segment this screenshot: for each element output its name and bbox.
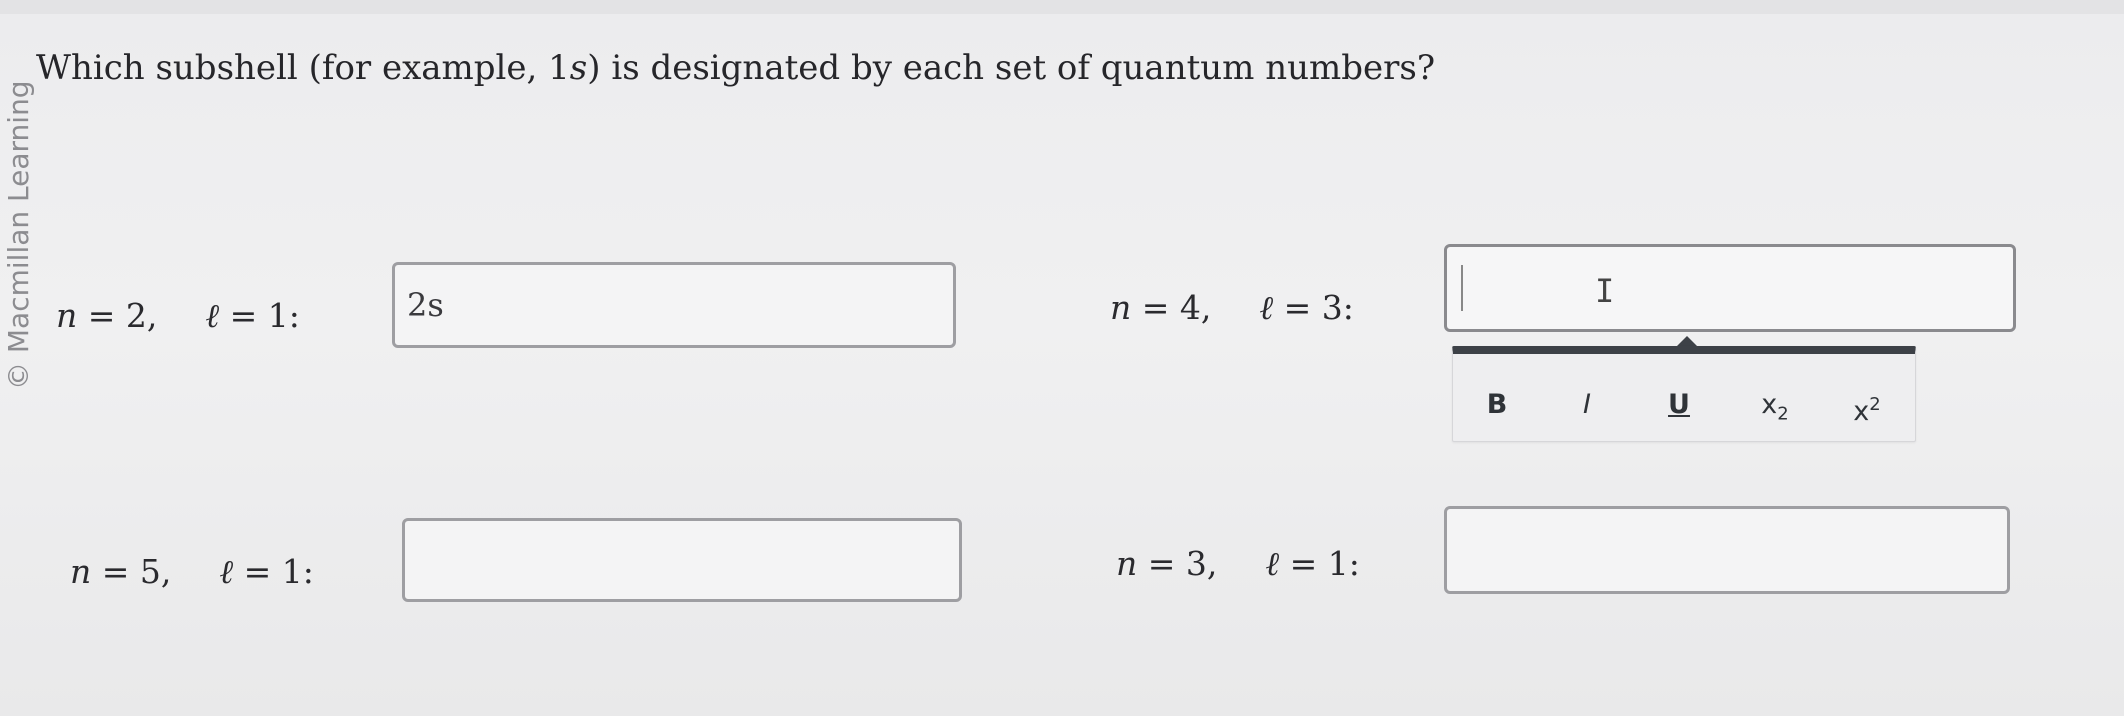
question-text: Which subshell (for example, 1s) is desi… bbox=[36, 48, 1435, 88]
answer-input-1[interactable]: 2s bbox=[392, 262, 956, 348]
subscript-button[interactable]: x2 bbox=[1753, 390, 1797, 429]
n-symbol: n bbox=[1116, 544, 1138, 583]
n-value: = 2, bbox=[77, 296, 158, 335]
subscript-base: x bbox=[1761, 389, 1778, 420]
l-symbol: ℓ bbox=[1265, 544, 1280, 583]
n-symbol: n bbox=[56, 296, 78, 335]
answer-value-1: 2s bbox=[407, 286, 444, 324]
quantum-label-4: n = 3, ℓ = 1: bbox=[1116, 544, 1360, 584]
answer-input-2[interactable]: I bbox=[1444, 244, 2016, 332]
answer-input-4[interactable] bbox=[1444, 506, 2010, 594]
ibeam-cursor-icon: I bbox=[1595, 272, 1615, 310]
l-symbol: ℓ bbox=[219, 552, 234, 591]
superscript-button[interactable]: x2 bbox=[1845, 390, 1889, 427]
quantum-label-1: n = 2, ℓ = 1: bbox=[56, 296, 300, 336]
quantum-label-3: n = 5, ℓ = 1: bbox=[70, 552, 314, 592]
question-prefix: Which subshell (for example, 1 bbox=[36, 48, 570, 88]
formatting-toolbar: B I U x2 x2 bbox=[1452, 346, 1916, 442]
copyright-watermark: © Macmillan Learning bbox=[2, 80, 35, 390]
quantum-label-2: n = 4, ℓ = 3: bbox=[1110, 288, 1354, 328]
answer-input-3[interactable] bbox=[402, 518, 962, 602]
l-value: = 3: bbox=[1273, 288, 1354, 327]
l-value: = 1: bbox=[1279, 544, 1360, 583]
n-value: = 3, bbox=[1137, 544, 1218, 583]
superscript-base: x bbox=[1853, 396, 1870, 427]
l-value: = 1: bbox=[233, 552, 314, 591]
underline-button[interactable]: U bbox=[1657, 390, 1701, 420]
superscript-mark: 2 bbox=[1869, 394, 1881, 415]
l-symbol: ℓ bbox=[1259, 288, 1274, 327]
n-symbol: n bbox=[70, 552, 92, 591]
text-caret bbox=[1461, 265, 1463, 311]
top-strip bbox=[0, 0, 2124, 14]
l-symbol: ℓ bbox=[205, 296, 220, 335]
n-value: = 4, bbox=[1131, 288, 1212, 327]
question-example-var: s bbox=[569, 48, 588, 88]
l-value: = 1: bbox=[219, 296, 300, 335]
italic-button[interactable]: I bbox=[1565, 390, 1609, 420]
bold-button[interactable]: B bbox=[1475, 390, 1519, 420]
n-symbol: n bbox=[1110, 288, 1132, 327]
n-value: = 5, bbox=[91, 552, 172, 591]
subscript-mark: 2 bbox=[1777, 403, 1789, 425]
question-suffix: ) is designated by each set of quantum n… bbox=[587, 48, 1436, 88]
